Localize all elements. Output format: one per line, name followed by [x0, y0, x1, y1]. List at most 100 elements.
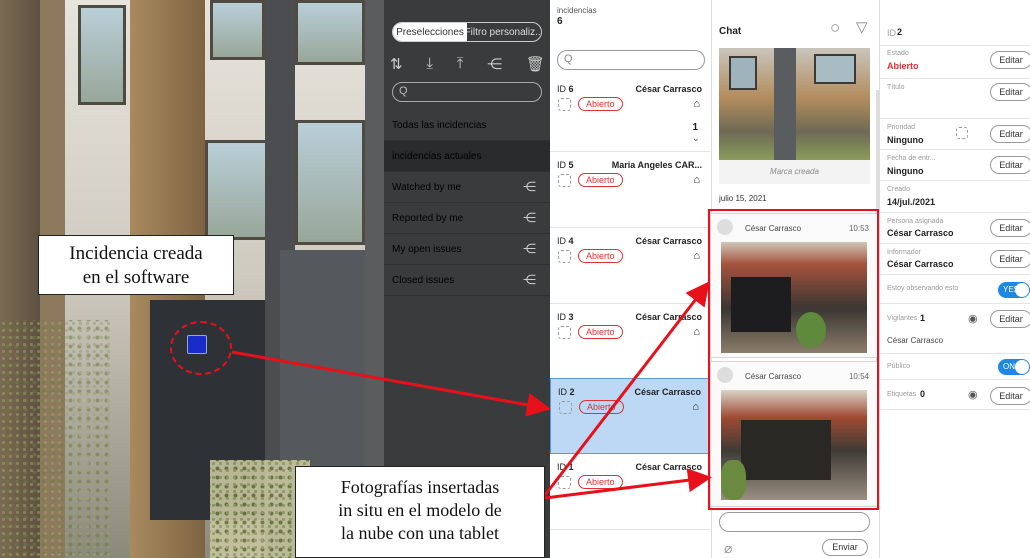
issue-card[interactable]: ID 5 Maria Angeles CAR... Abierto ⌂	[550, 152, 710, 228]
status-badge: Abierto	[578, 325, 623, 339]
issue-card[interactable]: ID 3 César Carrasco Abierto ⌂	[550, 304, 710, 380]
window	[78, 5, 126, 105]
checkbox[interactable]	[558, 250, 571, 263]
edit-button[interactable]: Editar	[990, 125, 1030, 143]
status-badge: Abierto	[579, 400, 624, 414]
share-icon[interactable]: ⋲	[487, 55, 502, 73]
trash-icon[interactable]: 🗑	[526, 55, 545, 73]
share-icon[interactable]: ⋲	[523, 210, 536, 226]
issue-card-selected[interactable]: ID 2 César Carrasco Abierto ⌂	[550, 378, 710, 454]
edit-button[interactable]: Editar	[990, 156, 1030, 174]
chat-icon: ⌂	[693, 250, 700, 262]
tab-preselecciones[interactable]: Preselecciones	[393, 23, 467, 41]
callout-issue-created: Incidencia creada en el software	[38, 235, 234, 295]
priority-icon	[956, 127, 968, 139]
checkbox[interactable]	[558, 326, 571, 339]
issue-card[interactable]: ID 4 César Carrasco Abierto ⌂	[550, 228, 710, 304]
edit-button[interactable]: Editar	[990, 83, 1030, 101]
chat-message-input[interactable]	[719, 512, 870, 532]
edit-button[interactable]: Editar	[990, 387, 1030, 405]
edit-button[interactable]: Editar	[990, 51, 1030, 69]
attachment-icon[interactable]: ⌀	[724, 540, 732, 557]
sidebar-item-watched[interactable]: Watched by me ⋲	[384, 172, 550, 203]
marker-snapshot[interactable]	[719, 48, 870, 160]
sidebar-item-label: Reported by me	[392, 212, 464, 224]
issue-card[interactable]: ID 1 César Carrasco Abierto ⌂	[550, 454, 710, 530]
download-icon[interactable]: ⤓	[426, 55, 433, 73]
sort-icon[interactable]: ⇅	[390, 55, 403, 73]
detail-creado: Creado 14/jul./2021	[880, 181, 1030, 213]
edit-button[interactable]: Editar	[990, 219, 1030, 237]
snapshot-caption: Marca creada	[719, 160, 870, 184]
status-badge: Abierto	[578, 97, 623, 111]
detail-informador: Informador César Carrasco Editar	[880, 244, 1030, 275]
chat-icon: ⌂	[693, 326, 700, 338]
status-badge: Abierto	[578, 475, 623, 489]
sidebar-item-closed[interactable]: Closed issues ⋲	[384, 265, 550, 296]
eye-icon[interactable]: ◉	[968, 388, 978, 401]
send-button[interactable]: Enviar	[822, 539, 868, 556]
window	[295, 0, 365, 65]
sidebar-item-label: Watched by me	[392, 181, 462, 193]
edit-button[interactable]: Editar	[990, 250, 1030, 268]
share-icon[interactable]: ⋲	[523, 272, 536, 288]
status-value: Abierto	[887, 61, 919, 71]
issue-card[interactable]: ID 6 César Carrasco Abierto ⌂ 1 ⌄	[550, 76, 710, 152]
issue-author: César Carrasco	[635, 462, 702, 472]
checkbox[interactable]	[558, 174, 571, 187]
detail-asignada: Persona asignada César Carrasco Editar	[880, 213, 1030, 244]
sidebar-search-input[interactable]: Q	[392, 82, 542, 102]
search-icon: Q	[399, 85, 408, 97]
detail-publico: Público ON	[880, 354, 1030, 380]
watching-toggle[interactable]: YES	[998, 282, 1030, 298]
chat-icon: ⌂	[693, 476, 700, 488]
issue-id: ID 6	[557, 84, 574, 94]
sidebar-item-open[interactable]: My open issues ⋲	[384, 234, 550, 265]
filter-icon[interactable]: ▽	[856, 18, 868, 36]
filter-segmented-control[interactable]: Preselecciones Filtro personaliz...	[392, 22, 542, 42]
search-icon[interactable]: ○	[830, 18, 840, 38]
detail-label: Vigilantes	[887, 315, 918, 322]
share-icon[interactable]: ⋲	[523, 179, 536, 195]
issue-id: ID 1	[557, 462, 574, 472]
callout-line: Incidencia creada	[69, 243, 203, 264]
sidebar-item-label: incidencias actuales	[392, 150, 482, 162]
sidebar-toolbar: ⇅ ⤓ ⤒ ⋲ 🗑	[390, 55, 545, 73]
photo-highlight-box	[708, 209, 879, 510]
edit-button[interactable]: Editar	[990, 310, 1030, 328]
chat-icon: ⌂	[693, 174, 700, 186]
sidebar-item-label: My open issues	[392, 243, 462, 255]
upload-icon[interactable]: ⤒	[457, 55, 464, 73]
list-search-input[interactable]: Q	[557, 50, 705, 70]
detail-titulo: Título Editar	[880, 79, 1030, 119]
column	[774, 48, 796, 160]
chat-icon: ⌂	[692, 401, 699, 413]
detail-etiquetas: Etiquetas 0 ◉ Editar	[880, 380, 1030, 410]
detail-id: ID 2	[880, 20, 1030, 46]
checkbox[interactable]	[559, 401, 572, 414]
detail-label: Persona asignada	[887, 218, 944, 225]
detail-value: César Carrasco	[887, 259, 954, 269]
detail-label: Prioridad	[887, 124, 916, 131]
sidebar-item-current[interactable]: incidencias actuales	[384, 141, 550, 172]
status-badge: Abierto	[578, 249, 623, 263]
public-toggle[interactable]: ON	[998, 359, 1030, 375]
tab-filtro-personalizado[interactable]: Filtro personaliz...	[467, 23, 541, 41]
chat-date: julio 15, 2021	[719, 194, 767, 203]
detail-label: Público	[887, 363, 910, 370]
sidebar-item-reported[interactable]: Reported by me ⋲	[384, 203, 550, 234]
callout-line: Fotografías insertadas	[340, 477, 500, 497]
sidebar-item-all[interactable]: Todas las incidencias	[384, 110, 550, 141]
chat-icon: ⌂	[693, 98, 700, 110]
chevron-down-icon[interactable]: ⌄	[692, 133, 700, 144]
issue-author: César Carrasco	[635, 312, 702, 322]
checkbox[interactable]	[558, 98, 571, 111]
eye-icon[interactable]: ◉	[968, 312, 978, 325]
checkbox[interactable]	[558, 476, 571, 489]
detail-label: Estoy observando esto	[887, 285, 959, 292]
issue-id: ID 4	[557, 236, 574, 246]
detail-vigilantes: Vigilantes 1 ◉ Editar César Carrasco	[880, 304, 1030, 354]
search-icon: Q	[564, 53, 573, 65]
share-icon[interactable]: ⋲	[523, 241, 536, 257]
chat-title: Chat	[719, 26, 742, 37]
